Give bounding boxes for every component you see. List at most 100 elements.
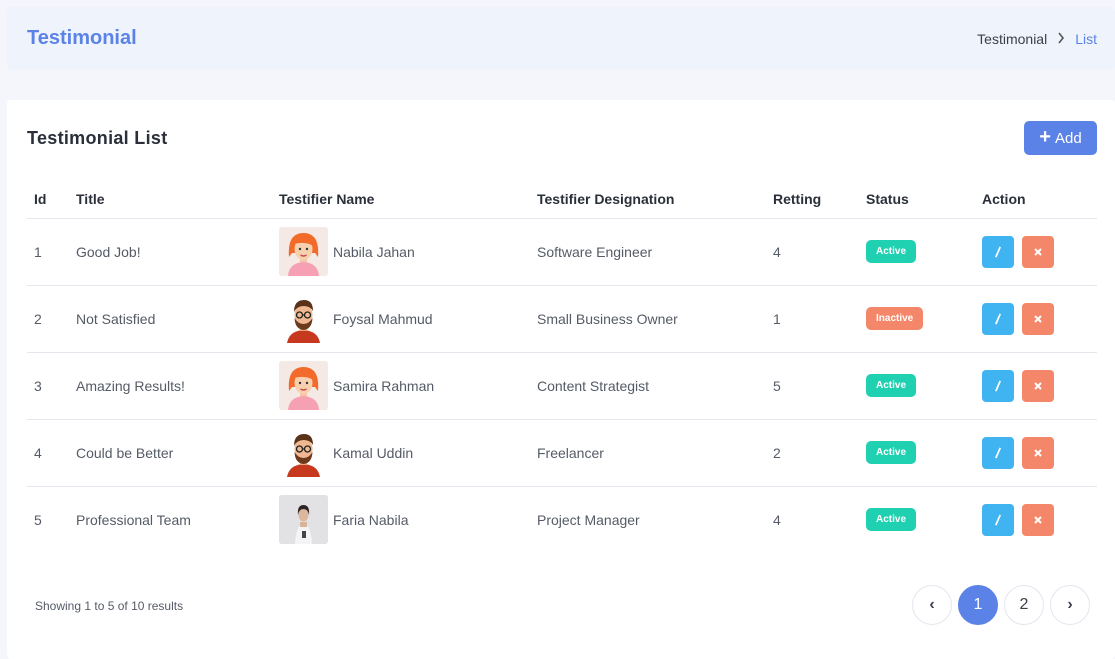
plus-icon: + <box>1039 126 1051 148</box>
row-actions <box>982 369 1097 402</box>
cell-title: Could be Better <box>69 419 272 487</box>
card-title: Testimonial List <box>27 128 168 148</box>
row-actions <box>982 302 1097 335</box>
table-row: 4 Could be Better Kamal Uddin Freelancer… <box>27 419 1097 487</box>
testifier-name: Nabila Jahan <box>333 243 415 260</box>
cell-designation: Software Engineer <box>530 218 766 286</box>
close-icon <box>1034 314 1042 323</box>
cell-title: Professional Team <box>76 511 191 528</box>
cell-action <box>975 285 1097 353</box>
testimonial-table: Id Title Testifier Name Testifier Design… <box>27 180 1097 553</box>
row-actions <box>982 436 1097 469</box>
delete-button[interactable] <box>1022 235 1054 268</box>
cell-title: Good Job! <box>69 218 272 286</box>
cell-rating: 5 <box>766 352 859 420</box>
cell-title: Not Satisfied <box>69 285 272 353</box>
edit-button[interactable] <box>982 302 1014 335</box>
avatar <box>279 428 328 477</box>
column-header-status: Status <box>859 180 975 219</box>
status-badge: Active <box>866 508 917 532</box>
cell-testifier: Kamal Uddin <box>272 419 530 487</box>
table-row: 2 Not Satisfied Foysal Mahmud Small Busi… <box>27 285 1097 353</box>
table-row: 3 Amazing Results! Samira Rahman Content… <box>27 352 1097 420</box>
cell-testifier: Faria Nabila <box>272 486 530 553</box>
column-header-designation: Testifier Designation <box>530 180 766 219</box>
cell-designation: Project Manager <box>537 511 640 528</box>
breadcrumb-item-list: List <box>1075 30 1097 47</box>
delete-button[interactable] <box>1022 369 1054 402</box>
cell-rating: 2 <box>766 419 859 487</box>
cell-rating: 4 <box>773 511 781 528</box>
page-title: Testimonial <box>27 27 137 49</box>
edit-button[interactable] <box>982 235 1014 268</box>
column-header-action: Action <box>975 180 1097 219</box>
edit-button[interactable] <box>982 436 1014 469</box>
page-button-1[interactable]: 1 <box>958 585 998 625</box>
cell-id: 2 <box>27 285 69 353</box>
testifier-name-cell: Samira Rahman <box>279 361 530 410</box>
page-header: Testimonial Testimonial List <box>7 7 1115 70</box>
edit-icon <box>995 313 1001 324</box>
prev-page-button[interactable]: ‹ <box>912 585 952 625</box>
testifier-name: Samira Rahman <box>333 377 435 394</box>
column-header-title: Title <box>69 180 272 219</box>
breadcrumb: Testimonial List <box>977 31 1097 47</box>
testifier-name: Kamal Uddin <box>333 444 414 461</box>
cell-designation: Small Business Owner <box>530 285 766 353</box>
close-icon <box>1034 516 1042 524</box>
cell-testifier: Nabila Jahan <box>272 218 530 286</box>
results-summary: Showing 1 to 5 of 10 results <box>35 599 184 613</box>
cell-status: Active <box>859 486 975 553</box>
add-button-label: Add <box>1054 129 1082 147</box>
testifier-name-cell: Faria Nabila <box>279 495 530 545</box>
pagination: ‹ 1 2 › <box>912 585 1090 625</box>
cell-designation: Content Strategist <box>530 352 766 420</box>
cell-action <box>975 419 1097 487</box>
delete-button[interactable] <box>1022 503 1054 536</box>
cell-id: 5 <box>34 511 42 528</box>
table-header-row: Id Title Testifier Name Testifier Design… <box>27 180 1097 219</box>
delete-button[interactable] <box>1022 436 1054 469</box>
testifier-name-cell: Foysal Mahmud <box>279 294 530 343</box>
testifier-name-cell: Nabila Jahan <box>279 227 530 276</box>
cell-id: 1 <box>27 218 69 286</box>
testifier-name: Faria Nabila <box>333 511 409 528</box>
cell-action <box>975 218 1097 286</box>
next-page-button[interactable]: › <box>1050 585 1090 625</box>
cell-action <box>975 352 1097 420</box>
page-button-2[interactable]: 2 <box>1004 585 1044 625</box>
column-header-retting: Retting <box>766 180 859 219</box>
close-icon <box>1034 247 1042 256</box>
column-header-id: Id <box>27 180 69 219</box>
cell-status: Active <box>859 352 975 420</box>
avatar <box>279 361 328 410</box>
table-body: 1 Good Job! Nabila Jahan Software Engine… <box>27 218 1097 553</box>
avatar <box>279 227 328 276</box>
table-row: 5 Professional Team Faria Nabila Project… <box>27 486 1097 553</box>
edit-button[interactable] <box>982 503 1014 536</box>
edit-icon <box>995 246 1001 257</box>
testifier-name: Foysal Mahmud <box>333 310 433 327</box>
row-actions <box>982 235 1097 268</box>
cell-status: Active <box>859 218 975 286</box>
cell-designation: Freelancer <box>530 419 766 487</box>
cell-rating: 4 <box>766 218 859 286</box>
cell-action <box>975 486 1097 553</box>
avatar <box>279 495 328 545</box>
status-badge: Active <box>866 240 917 263</box>
status-badge: Inactive <box>866 307 924 330</box>
column-header-testifier-name: Testifier Name <box>272 180 530 219</box>
testimonial-card: Testimonial List + Add Id Title Testifie… <box>7 100 1115 659</box>
chevron-right-icon <box>1057 31 1065 47</box>
close-icon <box>1034 448 1042 457</box>
edit-button[interactable] <box>982 369 1014 402</box>
table-row: 1 Good Job! Nabila Jahan Software Engine… <box>27 218 1097 286</box>
row-actions <box>982 503 1097 536</box>
delete-button[interactable] <box>1022 302 1054 335</box>
edit-icon <box>995 447 1001 458</box>
cell-status: Inactive <box>859 285 975 353</box>
breadcrumb-item-testimonial[interactable]: Testimonial <box>977 31 1047 47</box>
add-button[interactable]: + Add <box>1024 121 1097 155</box>
status-badge: Active <box>866 374 917 397</box>
close-icon <box>1034 381 1042 390</box>
